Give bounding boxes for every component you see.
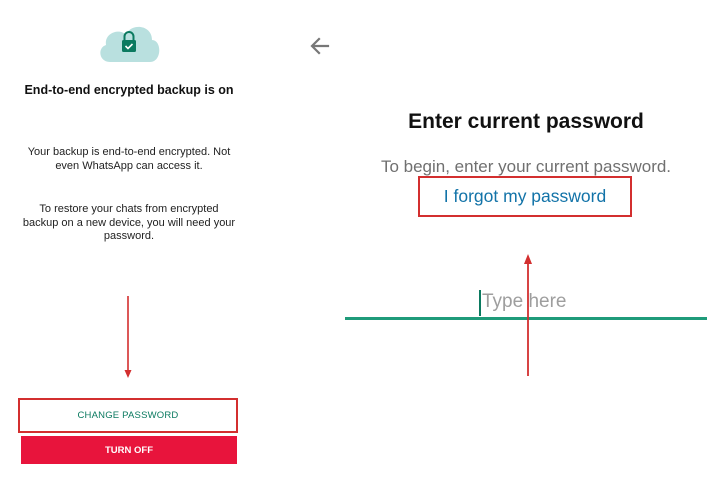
forgot-password-link[interactable]: I forgot my password xyxy=(418,176,632,217)
cloud-lock-icon xyxy=(94,18,164,66)
backup-panel: End-to-end encrypted backup is on Your b… xyxy=(0,0,258,480)
text-caret xyxy=(479,290,481,316)
restore-info-text: To restore your chats from encrypted bac… xyxy=(22,203,236,242)
change-password-button[interactable]: CHANGE PASSWORD xyxy=(18,398,238,433)
turn-off-button[interactable]: TURN OFF xyxy=(21,436,237,464)
arrow-left-icon xyxy=(310,37,330,55)
back-button[interactable] xyxy=(306,32,334,60)
backup-status-title: End-to-end encrypted backup is on xyxy=(24,83,234,97)
page-title: Enter current password xyxy=(408,110,644,133)
page-subtitle: To begin, enter your current password. xyxy=(380,157,672,176)
enter-password-panel: Enter current password To begin, enter y… xyxy=(296,0,721,480)
password-input[interactable]: Type here xyxy=(345,286,707,320)
backup-encrypted-text: Your backup is end-to-end encrypted. Not… xyxy=(27,146,231,172)
password-placeholder: Type here xyxy=(482,291,567,312)
